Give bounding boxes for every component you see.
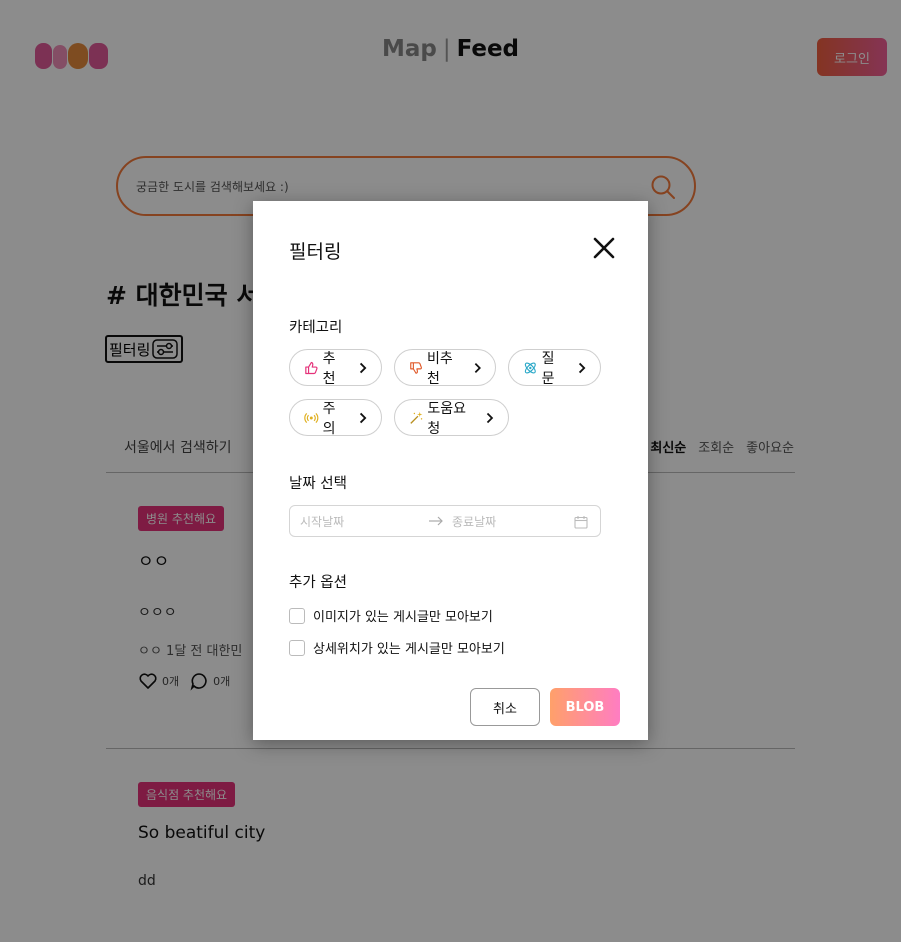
category-chip-caution[interactable]: 주의: [289, 399, 382, 437]
atom-icon: [524, 362, 536, 373]
category-chip-label: 질문: [541, 350, 555, 387]
end-date-input[interactable]: [452, 512, 562, 532]
option-label: 상세위치가 있는 게시글만 모아보기: [313, 642, 505, 657]
chevron-right-icon: [360, 412, 367, 423]
category-label: 카테고리: [289, 320, 343, 336]
broadcast-icon: [304, 412, 319, 423]
chevron-right-icon: [474, 362, 481, 373]
category-chip-label: 주의: [322, 400, 336, 437]
option-label: 이미지가 있는 게시글만 모아보기: [313, 610, 493, 625]
date-select-label: 날짜 선택: [289, 476, 347, 492]
close-button[interactable]: [591, 235, 617, 261]
arrow-right-icon: [429, 516, 443, 526]
category-chip-not-recommend[interactable]: 비추천: [394, 349, 496, 387]
category-chip-label: 도움요청: [427, 400, 466, 437]
filter-modal: 필터링 카테고리 추천 비추천 질문 주의 도움요청 날짜 선택 시작날짜 종료…: [253, 201, 648, 740]
images-only-checkbox[interactable]: [289, 607, 305, 624]
start-date-input[interactable]: [300, 512, 420, 532]
category-chip-label: 추천: [322, 350, 336, 387]
modal-title: 필터링: [289, 241, 342, 263]
chevron-right-icon: [579, 362, 586, 373]
blob-submit-button[interactable]: BLOB: [550, 688, 620, 726]
category-chip-label: 비추천: [426, 350, 453, 387]
thumbs-up-icon: [305, 361, 318, 374]
category-chip-recommend[interactable]: 추천: [289, 349, 382, 387]
location-only-checkbox[interactable]: [289, 639, 305, 656]
chevron-right-icon: [487, 412, 494, 423]
option-images-only[interactable]: 이미지가 있는 게시글만 모아보기: [289, 606, 493, 625]
cancel-button[interactable]: 취소: [470, 688, 540, 726]
magic-wand-icon: [410, 411, 423, 424]
extra-options-label: 추가 옵션: [289, 575, 347, 591]
close-icon: [593, 237, 615, 259]
chevron-right-icon: [360, 362, 367, 373]
category-chip-help-request[interactable]: 도움요청: [394, 399, 509, 437]
option-detailed-location-only[interactable]: 상세위치가 있는 게시글만 모아보기: [289, 638, 505, 657]
calendar-icon[interactable]: [574, 515, 588, 529]
thumbs-down-icon: [410, 361, 422, 374]
date-range-picker: [289, 505, 601, 537]
category-chip-question[interactable]: 질문: [508, 349, 601, 387]
